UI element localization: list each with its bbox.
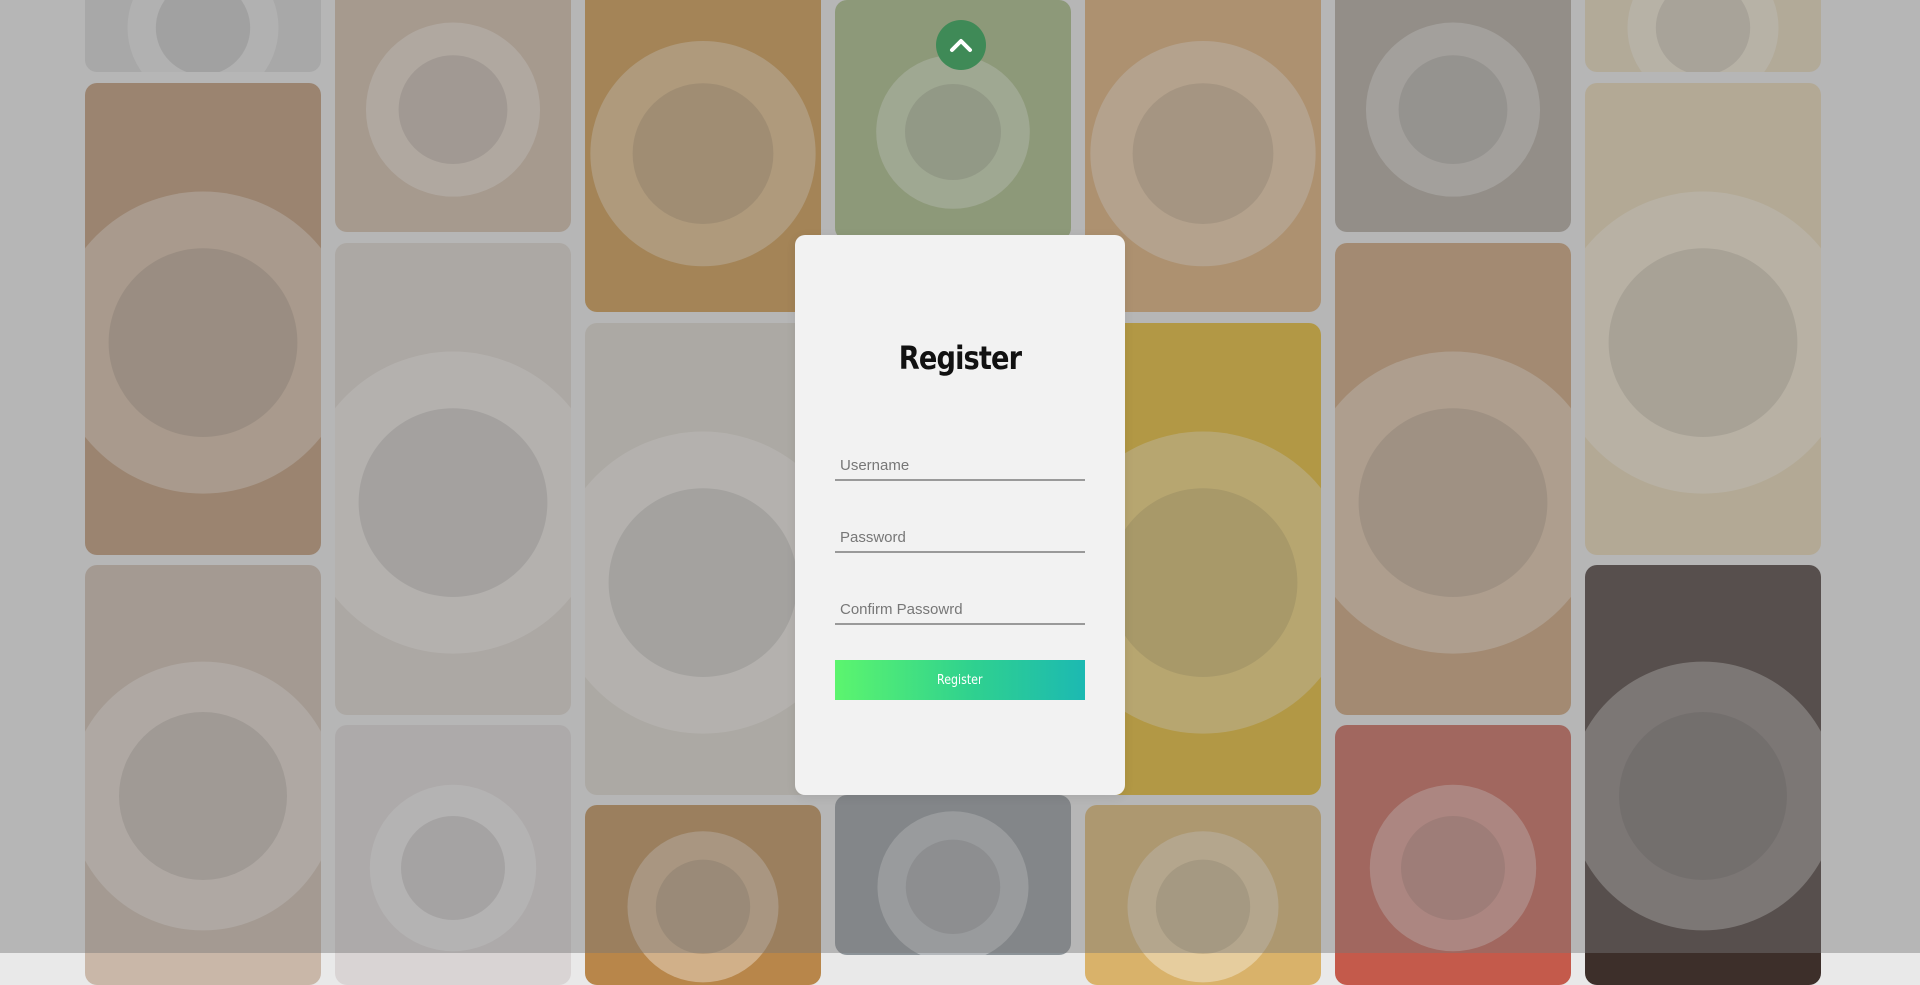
scroll-top-button[interactable] bbox=[936, 20, 986, 70]
register-modal: Register Register bbox=[795, 235, 1125, 795]
register-button[interactable]: Register bbox=[835, 660, 1085, 700]
chevron-up-icon bbox=[950, 39, 972, 52]
register-button-label: Register bbox=[937, 672, 983, 688]
username-input[interactable] bbox=[835, 451, 1085, 481]
register-title: Register bbox=[898, 339, 1022, 377]
confirm-password-input[interactable] bbox=[835, 595, 1085, 625]
password-input[interactable] bbox=[835, 523, 1085, 553]
